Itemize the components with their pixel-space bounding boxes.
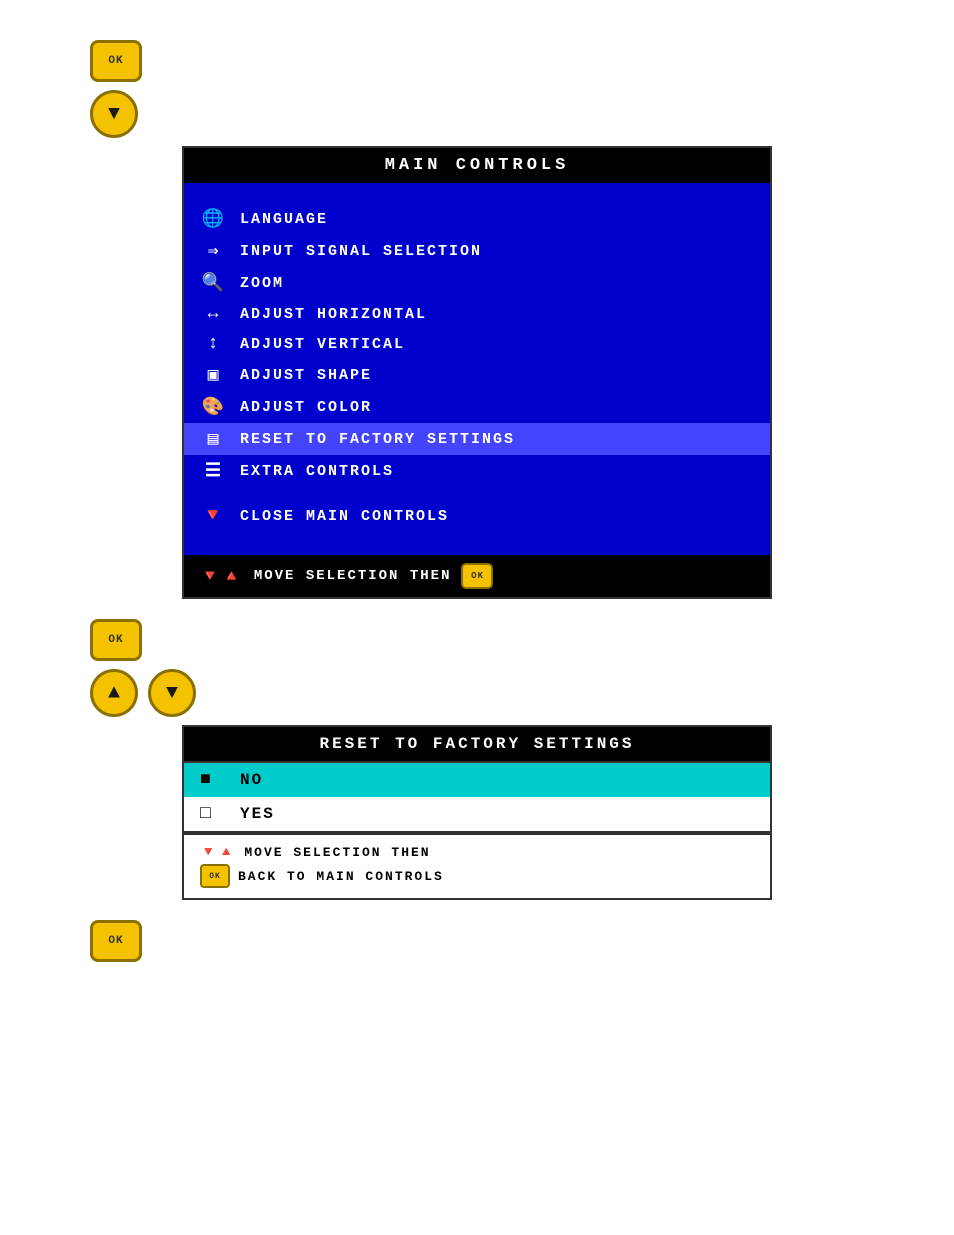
menu-item-reset[interactable]: ▤ RESET TO FACTORY SETTINGS bbox=[184, 423, 770, 455]
menu-item-zoom[interactable]: 🔍 ZOOM bbox=[184, 267, 770, 299]
menu-body: 🌐 LANGUAGE ⇒ INPUT SIGNAL SELECTION 🔍 ZO… bbox=[184, 183, 770, 555]
input-signal-icon: ⇒ bbox=[200, 240, 228, 262]
reset-footer-text2: BACK TO MAIN CONTROLS bbox=[238, 869, 444, 884]
section2-buttons: OK ▲ ▼ bbox=[90, 619, 196, 717]
down-arrow-button-2[interactable]: ▼ bbox=[148, 669, 196, 717]
language-label: LANGUAGE bbox=[240, 211, 328, 228]
no-icon: ■ bbox=[200, 770, 228, 790]
reset-panel: RESET TO FACTORY SETTINGS ■ NO □ YES 🔻🔺 … bbox=[182, 725, 772, 900]
reset-icon: ▤ bbox=[200, 428, 228, 450]
menu-item-language[interactable]: 🌐 LANGUAGE bbox=[184, 203, 770, 235]
menu-item-extra-controls[interactable]: ☰ EXTRA CONTROLS bbox=[184, 455, 770, 487]
input-signal-label: INPUT SIGNAL SELECTION bbox=[240, 243, 482, 260]
extra-controls-icon: ☰ bbox=[200, 460, 228, 482]
zoom-icon: 🔍 bbox=[200, 272, 228, 294]
yes-label: YES bbox=[240, 805, 275, 823]
adjust-vertical-icon: ↕ bbox=[200, 334, 228, 354]
reset-title: RESET TO FACTORY SETTINGS bbox=[184, 727, 770, 761]
ok-button-2[interactable]: OK bbox=[90, 619, 142, 661]
close-label: CLOSE MAIN CONTROLS bbox=[240, 508, 449, 525]
menu-item-adjust-color[interactable]: 🎨 ADJUST COLOR bbox=[184, 391, 770, 423]
menu-item-adjust-vertical[interactable]: ↕ ADJUST VERTICAL bbox=[184, 329, 770, 359]
adjust-vertical-label: ADJUST VERTICAL bbox=[240, 336, 405, 353]
extra-controls-label: EXTRA CONTROLS bbox=[240, 463, 394, 480]
reset-label: RESET TO FACTORY SETTINGS bbox=[240, 431, 515, 448]
up-arrow-button-2[interactable]: ▲ bbox=[90, 669, 138, 717]
main-controls-title: MAIN CONTROLS bbox=[184, 148, 770, 183]
section1-buttons: OK ▼ bbox=[90, 40, 142, 138]
footer-arrows-icon: 🔻🔺 bbox=[200, 566, 244, 586]
close-icon: 🔻 bbox=[200, 505, 228, 527]
reset-item-yes[interactable]: □ YES bbox=[184, 797, 770, 831]
reset-footer-line1: 🔻🔺 MOVE SELECTION THEN bbox=[200, 843, 754, 862]
adjust-shape-label: ADJUST SHAPE bbox=[240, 367, 372, 384]
main-menu-footer: 🔻🔺 MOVE SELECTION THEN OK bbox=[184, 555, 770, 597]
no-label: NO bbox=[240, 771, 263, 789]
reset-body: ■ NO □ YES bbox=[184, 761, 770, 833]
ok-button-3[interactable]: OK bbox=[90, 920, 142, 962]
ok-button-1[interactable]: OK bbox=[90, 40, 142, 82]
footer-ok-badge2: OK bbox=[200, 864, 230, 888]
adjust-color-label: ADJUST COLOR bbox=[240, 399, 372, 416]
adjust-color-icon: 🎨 bbox=[200, 396, 228, 418]
adjust-shape-icon: ▣ bbox=[200, 364, 228, 386]
section3-buttons: OK bbox=[90, 920, 142, 962]
menu-item-adjust-horizontal[interactable]: ↔ ADJUST HORIZONTAL bbox=[184, 299, 770, 329]
menu-item-adjust-shape[interactable]: ▣ ADJUST SHAPE bbox=[184, 359, 770, 391]
language-icon: 🌐 bbox=[200, 208, 228, 230]
down-arrow-button-1[interactable]: ▼ bbox=[90, 90, 138, 138]
footer-text: MOVE SELECTION THEN bbox=[254, 568, 452, 584]
footer-arrows-icon2: 🔻🔺 bbox=[200, 845, 236, 860]
yes-icon: □ bbox=[200, 804, 228, 824]
reset-footer: 🔻🔺 MOVE SELECTION THEN OK BACK TO MAIN C… bbox=[184, 833, 770, 898]
adjust-horizontal-label: ADJUST HORIZONTAL bbox=[240, 306, 427, 323]
close-main-controls-item[interactable]: 🔻 CLOSE MAIN CONTROLS bbox=[184, 497, 770, 535]
reset-item-no[interactable]: ■ NO bbox=[184, 763, 770, 797]
arrow-row: ▲ ▼ bbox=[90, 669, 196, 717]
reset-footer-text1: MOVE SELECTION THEN bbox=[244, 845, 430, 860]
zoom-label: ZOOM bbox=[240, 275, 284, 292]
reset-footer-line2: OK BACK TO MAIN CONTROLS bbox=[200, 862, 754, 890]
page-wrapper: OK ▼ MAIN CONTROLS 🌐 LANGUAGE ⇒ INPUT SI… bbox=[0, 20, 954, 962]
footer-ok-badge: OK bbox=[461, 563, 493, 589]
menu-item-input-signal[interactable]: ⇒ INPUT SIGNAL SELECTION bbox=[184, 235, 770, 267]
adjust-horizontal-icon: ↔ bbox=[200, 304, 228, 324]
main-controls-panel: MAIN CONTROLS 🌐 LANGUAGE ⇒ INPUT SIGNAL … bbox=[182, 146, 772, 599]
